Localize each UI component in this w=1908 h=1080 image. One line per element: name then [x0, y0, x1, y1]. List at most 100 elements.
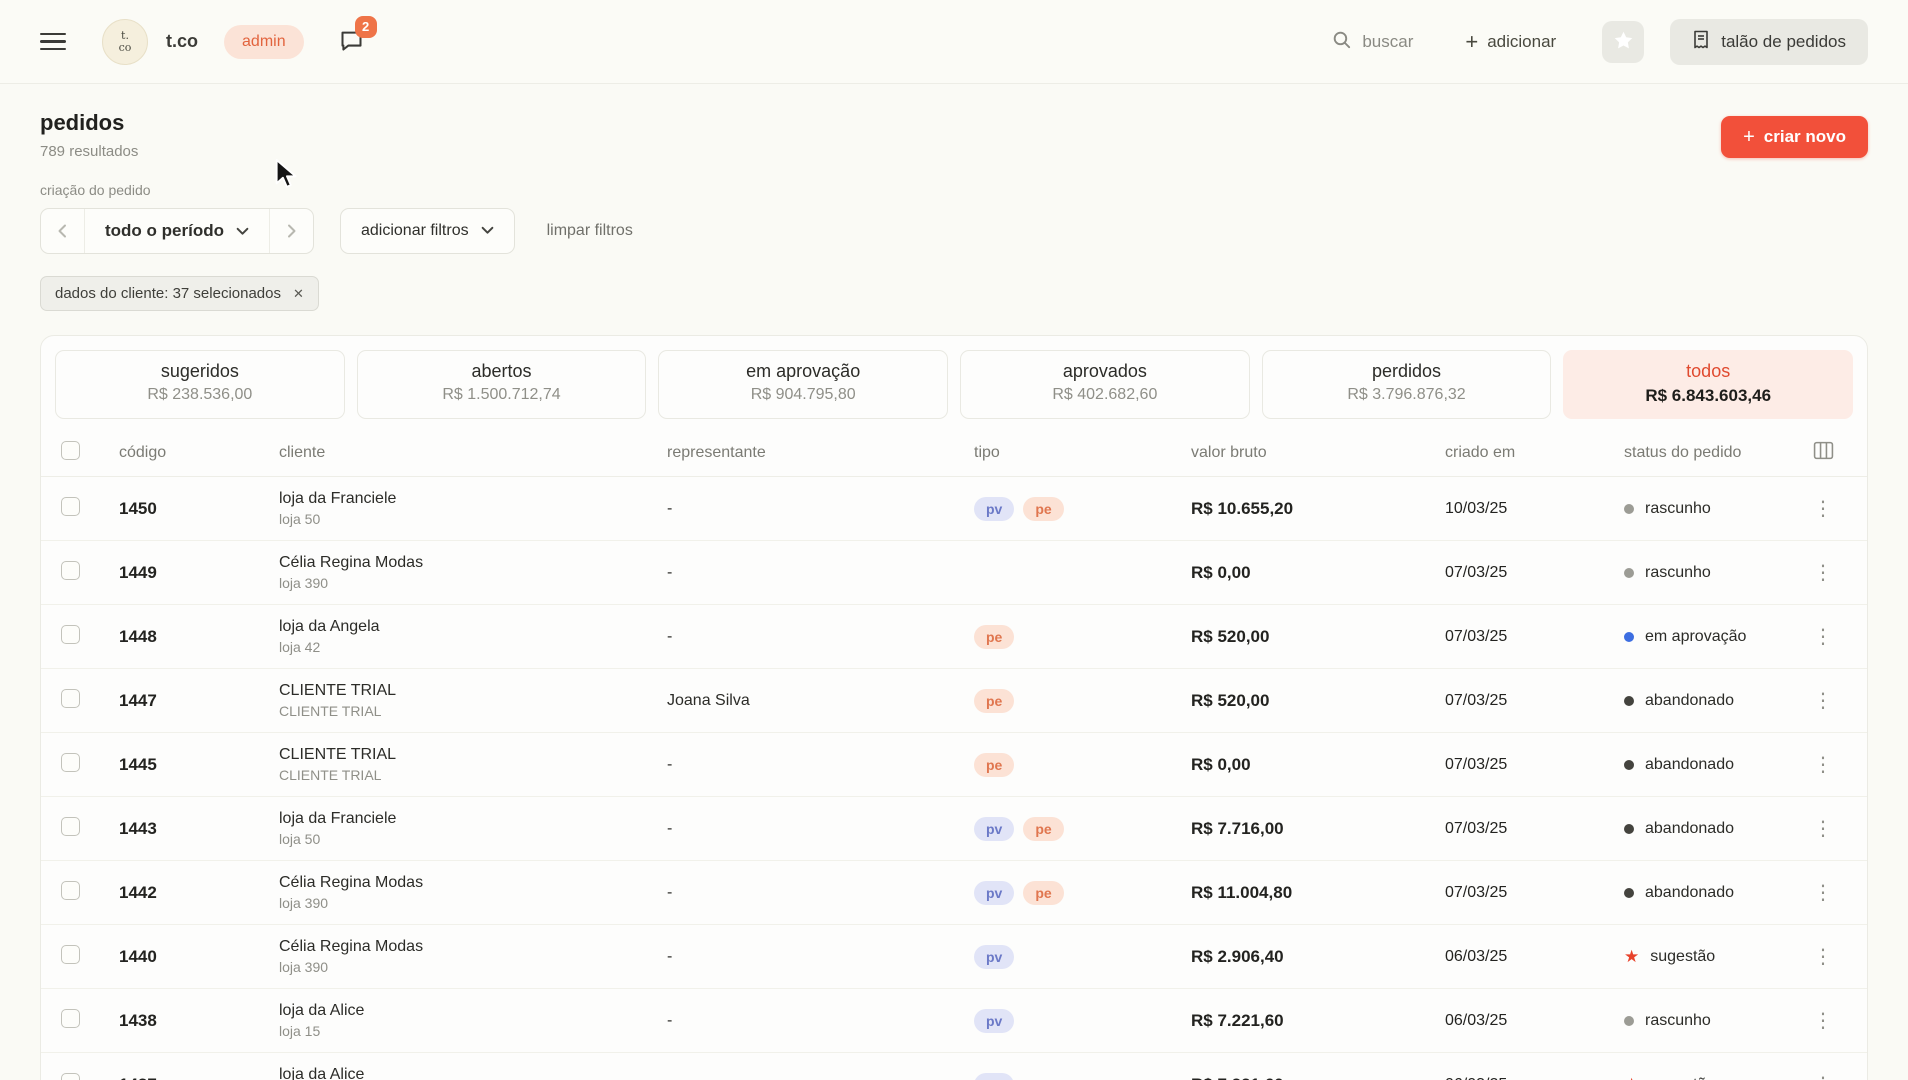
summary-card[interactable]: perdidos R$ 3.796.876,32 [1262, 350, 1552, 419]
client-sub: loja 390 [279, 959, 667, 975]
add-button[interactable]: + adicionar [1465, 29, 1556, 55]
cell-valor: R$ 10.655,20 [1191, 499, 1445, 519]
clear-filters-link[interactable]: limpar filtros [547, 222, 633, 240]
plus-icon: + [1465, 29, 1478, 55]
chevron-down-icon [481, 222, 494, 240]
cell-status: abandonado [1624, 884, 1799, 902]
col-tipo: tipo [974, 444, 1191, 462]
row-menu-button[interactable]: ⋮ [1813, 562, 1833, 584]
row-checkbox[interactable] [61, 561, 80, 580]
search-icon [1331, 29, 1352, 55]
table-row[interactable]: 1437 loja da Alice loja 15 - pv R$ 7.221… [41, 1053, 1867, 1080]
table-row[interactable]: 1443 loja da Franciele loja 50 - pvpe R$… [41, 797, 1867, 861]
summary-card[interactable]: abertos R$ 1.500.712,74 [357, 350, 647, 419]
summary-card-label: em aprovação [665, 361, 941, 382]
cell-codigo: 1442 [119, 883, 279, 903]
tipo-badge-pv: pv [974, 817, 1014, 841]
summary-card[interactable]: em aprovação R$ 904.795,80 [658, 350, 948, 419]
row-checkbox[interactable] [61, 1009, 80, 1028]
tipo-badge-pe: pe [974, 625, 1014, 649]
cell-tipo: pvpe [974, 881, 1191, 905]
cell-codigo: 1450 [119, 499, 279, 519]
row-checkbox[interactable] [61, 945, 80, 964]
summary-card[interactable]: aprovados R$ 402.682,60 [960, 350, 1250, 419]
cell-representante: Joana Silva [667, 692, 974, 710]
cell-status: ★ sugestão [1624, 1076, 1799, 1080]
select-all-checkbox[interactable] [61, 441, 80, 460]
table-row[interactable]: 1449 Célia Regina Modas loja 390 - R$ 0,… [41, 541, 1867, 605]
table-header: código cliente representante tipo valor … [41, 429, 1867, 477]
table-row[interactable]: 1445 CLIENTE TRIAL CLIENTE TRIAL - pe R$… [41, 733, 1867, 797]
summary-card-value: R$ 238.536,00 [62, 386, 338, 404]
col-status: status do pedido [1624, 444, 1799, 462]
status-dot [1624, 632, 1634, 642]
cell-valor: R$ 2.906,40 [1191, 947, 1445, 967]
row-menu-button[interactable]: ⋮ [1813, 1010, 1833, 1032]
row-menu-button[interactable]: ⋮ [1813, 690, 1833, 712]
columns-settings-icon[interactable] [1813, 447, 1834, 464]
row-menu-button[interactable]: ⋮ [1813, 1074, 1833, 1080]
row-menu-button[interactable]: ⋮ [1813, 946, 1833, 968]
summary-card[interactable]: todos R$ 6.843.603,46 [1563, 350, 1853, 419]
plus-icon: + [1743, 126, 1755, 149]
cell-status: abandonado [1624, 820, 1799, 838]
summary-card[interactable]: sugeridos R$ 238.536,00 [55, 350, 345, 419]
client-name: CLIENTE TRIAL [279, 746, 667, 764]
col-codigo: código [119, 444, 279, 462]
star-icon [1613, 30, 1634, 54]
row-checkbox[interactable] [61, 497, 80, 516]
add-filters-button[interactable]: adicionar filtros [340, 208, 515, 254]
create-order-button[interactable]: + criar novo [1721, 116, 1868, 158]
client-sub: loja 390 [279, 575, 667, 591]
table-row[interactable]: 1450 loja da Franciele loja 50 - pvpe R$… [41, 477, 1867, 541]
row-menu-button[interactable]: ⋮ [1813, 626, 1833, 648]
admin-badge[interactable]: admin [224, 25, 304, 59]
client-sub: CLIENTE TRIAL [279, 703, 667, 719]
tipo-badge-pv: pv [974, 1073, 1014, 1080]
search-button[interactable]: buscar [1331, 29, 1413, 55]
period-next-button[interactable] [269, 209, 313, 253]
cell-tipo: pv [974, 945, 1191, 969]
cell-codigo: 1437 [119, 1075, 279, 1080]
row-checkbox[interactable] [61, 753, 80, 772]
table-row[interactable]: 1440 Célia Regina Modas loja 390 - pv R$… [41, 925, 1867, 989]
cell-representante: - [667, 1012, 974, 1030]
cell-codigo: 1443 [119, 819, 279, 839]
client-name: CLIENTE TRIAL [279, 682, 667, 700]
table-row[interactable]: 1442 Célia Regina Modas loja 390 - pvpe … [41, 861, 1867, 925]
summary-card-label: aprovados [967, 361, 1243, 382]
row-menu-button[interactable]: ⋮ [1813, 754, 1833, 776]
cell-status: abandonado [1624, 756, 1799, 774]
client-name: loja da Alice [279, 1066, 667, 1080]
row-checkbox[interactable] [61, 689, 80, 708]
status-label: rascunho [1645, 1012, 1711, 1030]
period-dropdown[interactable]: todo o período [85, 209, 269, 253]
client-sub: loja 50 [279, 831, 667, 847]
table-row[interactable]: 1448 loja da Angela loja 42 - pe R$ 520,… [41, 605, 1867, 669]
favorites-button[interactable] [1602, 21, 1644, 63]
results-count: 789 resultados [40, 143, 138, 160]
cell-criado: 06/03/25 [1445, 1076, 1624, 1080]
client-sub: loja 42 [279, 639, 667, 655]
row-checkbox[interactable] [61, 881, 80, 900]
row-menu-button[interactable]: ⋮ [1813, 818, 1833, 840]
brand-logo[interactable]: t. co [102, 19, 148, 65]
row-checkbox[interactable] [61, 817, 80, 836]
client-name: loja da Alice [279, 1002, 667, 1020]
close-icon[interactable]: ✕ [293, 286, 304, 302]
order-pad-button[interactable]: talão de pedidos [1670, 19, 1868, 65]
row-menu-button[interactable]: ⋮ [1813, 498, 1833, 520]
col-criado-em: criado em [1445, 444, 1624, 462]
row-menu-button[interactable]: ⋮ [1813, 882, 1833, 904]
row-checkbox[interactable] [61, 1073, 80, 1080]
table-row[interactable]: 1438 loja da Alice loja 15 - pv R$ 7.221… [41, 989, 1867, 1053]
table-row[interactable]: 1447 CLIENTE TRIAL CLIENTE TRIAL Joana S… [41, 669, 1867, 733]
active-filter-chip[interactable]: dados do cliente: 37 selecionados ✕ [40, 276, 319, 311]
cell-representante: - [667, 500, 974, 518]
row-checkbox[interactable] [61, 625, 80, 644]
menu-icon[interactable] [40, 33, 66, 50]
period-prev-button[interactable] [41, 209, 85, 253]
chat-button[interactable]: 2 [338, 27, 365, 57]
add-label: adicionar [1487, 32, 1556, 52]
client-sub: loja 50 [279, 511, 667, 527]
